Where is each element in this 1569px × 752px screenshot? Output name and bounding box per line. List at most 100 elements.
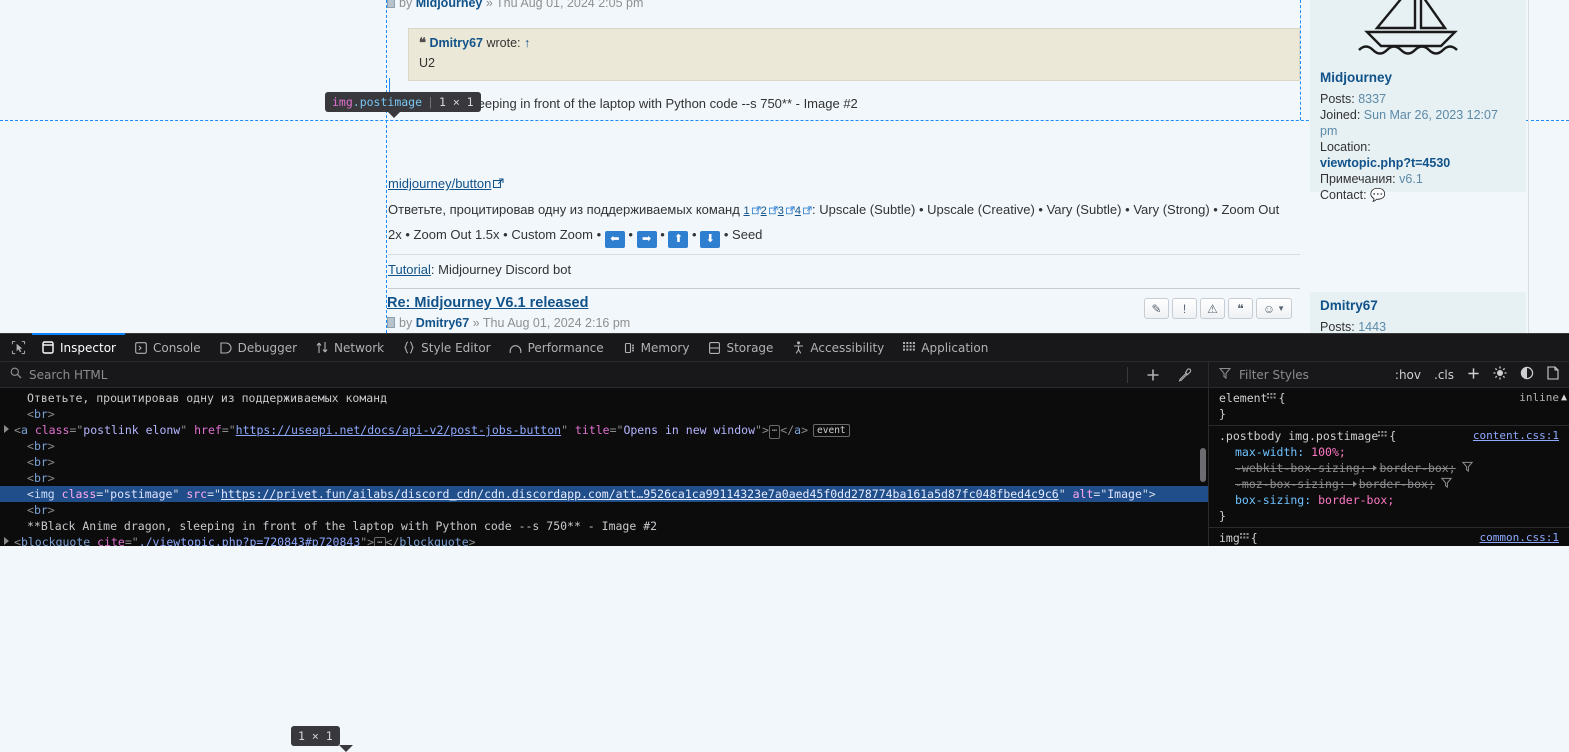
markup-line[interactable]: <a class="postlink elonw" href="https://…	[0, 422, 1208, 439]
post2-author-link[interactable]: Dmitry67	[416, 316, 470, 330]
search-input[interactable]: Search HTML	[29, 368, 107, 382]
report-post-button[interactable]: !	[1172, 298, 1197, 319]
css-property[interactable]: -moz-box-sizing:	[1235, 477, 1353, 491]
bullet: •	[1125, 202, 1130, 217]
css-selector[interactable]: img	[1219, 530, 1240, 546]
tab-accessibility[interactable]: Accessibility	[782, 334, 893, 362]
markup-token-link[interactable]: https://useapi.net/docs/api-v2/post-jobs…	[236, 423, 561, 437]
filter-icon[interactable]	[1440, 477, 1453, 491]
expand-triangle-icon[interactable]	[4, 425, 9, 433]
markup-token-punct: ="	[96, 487, 111, 501]
css-declaration[interactable]: box-sizing: border-box;	[1209, 492, 1569, 508]
profile-username[interactable]: Dmitry67	[1320, 298, 1516, 313]
search-icon	[10, 367, 22, 382]
postlink-midjourney-button[interactable]: midjourney/button	[388, 176, 504, 192]
profile-username[interactable]: Midjourney	[1320, 70, 1516, 85]
collapsed-children-badge[interactable]: ⋯	[768, 425, 781, 439]
column-divider	[1528, 0, 1529, 333]
footnote-link-3[interactable]: 3	[778, 205, 784, 217]
post-author-link[interactable]: Midjourney	[416, 0, 483, 10]
css-declaration[interactable]: -moz-box-sizing: border-box;	[1209, 476, 1569, 492]
css-declaration[interactable]: max-width: 100%;	[1209, 444, 1569, 460]
arrow-right-button[interactable]: ➡	[636, 231, 657, 248]
cls-toggle[interactable]: .cls	[1434, 368, 1454, 382]
css-property[interactable]: box-sizing:	[1235, 493, 1318, 507]
markup-line[interactable]: Ответьте, процитировав одну из поддержив…	[0, 390, 1208, 406]
markup-line[interactable]: <br>	[0, 454, 1208, 470]
post-title-link[interactable]: Re: Midjourney V6.1 released	[387, 295, 588, 311]
markup-scrollbar-thumb[interactable]	[1200, 448, 1206, 482]
markup-line[interactable]: **Black Anime dragon, sleeping in front …	[0, 518, 1208, 534]
reactions-button[interactable]: ☺ ▼	[1256, 298, 1292, 319]
dark-scheme-button[interactable]	[1520, 366, 1534, 383]
filter-icon[interactable]	[1461, 461, 1473, 475]
tab-memory[interactable]: Memory	[613, 334, 699, 362]
add-rule-button[interactable]	[1467, 367, 1480, 383]
markup-line[interactable]: <br>	[0, 502, 1208, 518]
collapsed-children-badge[interactable]: ⋯	[374, 537, 386, 546]
css-value[interactable]: 100%;	[1311, 445, 1346, 459]
filter-styles-input[interactable]: Filter Styles	[1239, 368, 1309, 382]
event-badge[interactable]: event	[813, 424, 850, 437]
print-media-button[interactable]	[1547, 366, 1559, 383]
edit-post-button[interactable]: ✎	[1144, 298, 1169, 319]
expand-triangle-icon[interactable]	[1373, 465, 1378, 471]
css-property[interactable]: -webkit-box-sizing:	[1235, 461, 1373, 475]
markup-tree[interactable]: Ответьте, процитировав одну из поддержив…	[0, 388, 1208, 546]
markup-line[interactable]: <br>	[0, 470, 1208, 486]
expand-triangle-icon[interactable]	[1352, 481, 1357, 487]
tab-performance[interactable]: Performance	[500, 334, 613, 362]
tab-style-editor[interactable]: Style Editor	[393, 334, 499, 362]
toggle-declarations-icon[interactable]	[1267, 390, 1278, 399]
quote-author-link[interactable]: Dmitry67	[429, 36, 483, 50]
css-source-link[interactable]: common.css:1	[1480, 530, 1559, 546]
add-node-button[interactable]	[1146, 368, 1160, 382]
markup-token-link[interactable]: ./viewtopic.php?p=720843#p720843	[139, 535, 361, 546]
browser-page-content: by Midjourney » Thu Aug 01, 2024 2:05 pm…	[0, 0, 1569, 333]
accessibility-icon	[791, 341, 805, 355]
toggle-declarations-icon[interactable]	[1378, 428, 1389, 437]
markup-line[interactable]: <br>	[0, 406, 1208, 422]
inspector-tooltip-connector	[389, 78, 390, 92]
tooltip-dimensions: 1 × 1	[298, 729, 333, 743]
markup-line[interactable]: <blockquote cite="./viewtopic.php?p=7208…	[0, 534, 1208, 546]
css-declaration[interactable]: -webkit-box-sizing: border-box;	[1209, 460, 1569, 476]
tab-debugger[interactable]: Debugger	[210, 334, 306, 362]
css-property[interactable]: max-width:	[1235, 445, 1311, 459]
tab-application[interactable]: Application	[893, 334, 997, 362]
tutorial-link[interactable]: Tutorial	[388, 262, 431, 277]
css-rules-list[interactable]: ▲ element {inline} .postbody img.postimag…	[1209, 388, 1569, 546]
tab-inspector[interactable]: Inspector	[32, 332, 125, 362]
css-value[interactable]: border-box;	[1359, 477, 1435, 491]
css-selector[interactable]: .postbody img.postimage	[1219, 428, 1378, 444]
profile-location-link[interactable]: viewtopic.php?t=4530	[1320, 156, 1450, 170]
tab-console[interactable]: Console	[125, 334, 210, 362]
markup-line[interactable]: <br>	[0, 438, 1208, 454]
style-editor-icon	[402, 341, 416, 355]
footnote-link-4[interactable]: 4	[795, 205, 801, 217]
css-value[interactable]: border-box;	[1318, 493, 1394, 507]
rules-pane: Filter Styles :hov .cls ▲ element {inlin…	[1209, 362, 1569, 546]
markup-line-selected[interactable]: <img class="postimage" src="https://priv…	[0, 486, 1208, 502]
footnote-link-1[interactable]: 1	[743, 205, 749, 217]
hov-toggle[interactable]: :hov	[1395, 368, 1421, 382]
css-source-link[interactable]: content.css:1	[1473, 428, 1559, 444]
element-picker-icon[interactable]	[4, 340, 32, 355]
arrow-left-button[interactable]: ⬅	[604, 231, 625, 248]
arrow-up-button[interactable]: ⬆	[668, 231, 689, 248]
contact-message-icon[interactable]: 💬	[1370, 188, 1386, 202]
tab-storage[interactable]: Storage	[698, 334, 782, 362]
tab-network[interactable]: Network	[306, 334, 393, 362]
css-selector[interactable]: element	[1219, 390, 1267, 406]
footnote-link-2[interactable]: 2	[761, 205, 767, 217]
markup-token-link[interactable]: https://privet.fun/ailabs/discord_cdn/cd…	[221, 487, 1059, 501]
quote-jump-link[interactable]: ↑	[524, 36, 530, 50]
warn-user-button[interactable]: ⚠	[1200, 298, 1225, 319]
expand-triangle-icon[interactable]	[4, 537, 9, 545]
toggle-declarations-icon[interactable]	[1239, 530, 1251, 539]
arrow-down-button[interactable]: ⬇	[700, 231, 721, 248]
css-value[interactable]: border-box;	[1379, 461, 1455, 475]
eyedropper-button[interactable]	[1178, 368, 1192, 382]
light-scheme-button[interactable]	[1493, 366, 1507, 383]
quote-post-button[interactable]: ❝	[1228, 298, 1253, 319]
